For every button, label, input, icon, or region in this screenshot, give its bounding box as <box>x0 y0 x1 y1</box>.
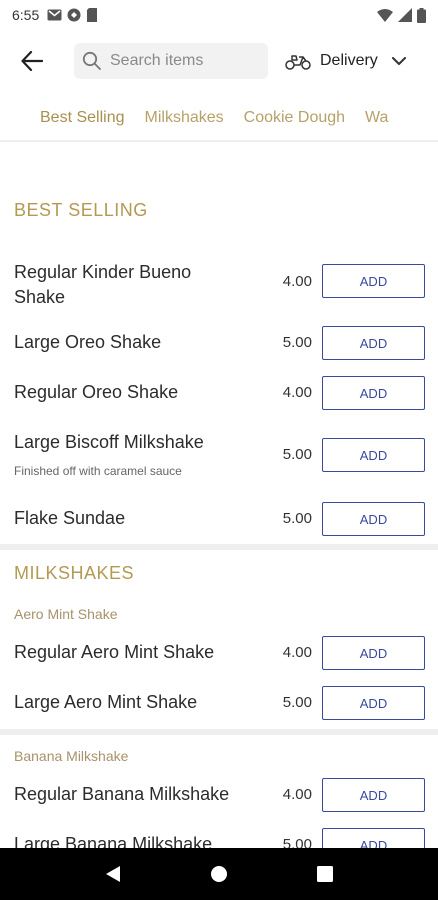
app-circle-icon <box>67 8 81 22</box>
item-name: Large Banana Milkshake <box>14 834 213 848</box>
wifi-icon <box>377 8 393 22</box>
item-price: 4.00 <box>282 786 312 803</box>
nav-back-button[interactable] <box>93 854 133 894</box>
item-name: Regular Aero Mint Shake <box>14 642 215 662</box>
item-price: 5.00 <box>282 836 312 848</box>
add-button[interactable]: ADD <box>322 686 425 720</box>
search-icon <box>82 51 101 70</box>
delivery-selector[interactable]: Delivery <box>284 51 406 71</box>
category-tabs: Best Selling Milkshakes Cookie Dough Wa <box>0 96 438 142</box>
item-price: 5.00 <box>282 694 312 711</box>
section-divider <box>0 544 438 550</box>
add-button[interactable]: ADD <box>322 828 425 848</box>
tab-cookie-dough[interactable]: Cookie Dough <box>238 96 351 140</box>
arrow-left-icon <box>21 51 43 71</box>
status-time: 6:55 <box>12 7 40 23</box>
add-button[interactable]: ADD <box>322 502 425 536</box>
status-bar: 6:55 <box>0 0 438 30</box>
square-recents-icon <box>317 866 333 882</box>
system-nav-bar <box>0 848 438 900</box>
battery-icon <box>417 7 426 23</box>
section-title-milkshakes: MILKSHAKES <box>14 563 135 583</box>
item-price: 4.00 <box>282 273 312 290</box>
item-price: 5.00 <box>282 510 312 527</box>
triangle-back-icon <box>106 866 120 882</box>
item-name: Regular Kinder Bueno Shake <box>14 262 192 307</box>
tab-best-selling[interactable]: Best Selling <box>34 96 131 140</box>
item-name: Large Biscoff Milkshake <box>14 432 204 452</box>
back-button[interactable] <box>4 38 60 84</box>
chevron-down-icon <box>391 56 406 65</box>
nav-recents-button[interactable] <box>305 854 345 894</box>
item-price: 4.00 <box>282 644 312 661</box>
scooter-icon <box>285 55 311 70</box>
item-name: Large Aero Mint Shake <box>14 692 198 712</box>
gmail-icon <box>47 9 62 21</box>
nav-home-button[interactable] <box>199 854 239 894</box>
item-name: Flake Sundae <box>14 508 126 528</box>
add-button[interactable]: ADD <box>322 376 425 410</box>
tab-waffles[interactable]: Wa <box>359 96 394 140</box>
add-button[interactable]: ADD <box>322 438 425 472</box>
circle-home-icon <box>211 866 227 882</box>
section-title-best-selling: BEST SELLING <box>14 200 148 220</box>
tab-milkshakes[interactable]: Milkshakes <box>139 96 230 140</box>
item-description: Finished off with caramel sauce <box>14 464 182 478</box>
add-button[interactable]: ADD <box>322 326 425 360</box>
menu-list[interactable]: BEST SELLING Regular Kinder Bueno Shake … <box>0 144 438 848</box>
delivery-label: Delivery <box>320 52 378 69</box>
signal-icon <box>398 8 412 22</box>
add-button[interactable]: ADD <box>322 636 425 670</box>
top-bar: Delivery <box>0 38 438 84</box>
add-button[interactable]: ADD <box>322 778 425 812</box>
add-button[interactable]: ADD <box>322 264 425 298</box>
group-divider <box>0 729 438 735</box>
item-price: 5.00 <box>282 334 312 351</box>
item-name: Large Oreo Shake <box>14 332 162 352</box>
group-title: Aero Mint Shake <box>14 606 118 622</box>
item-name: Regular Banana Milkshake <box>14 784 230 804</box>
item-name: Regular Oreo Shake <box>14 382 179 402</box>
group-title: Banana Milkshake <box>14 748 129 764</box>
sim-card-icon <box>87 8 98 22</box>
search-box[interactable] <box>74 43 268 79</box>
item-price: 4.00 <box>282 384 312 401</box>
search-input[interactable] <box>110 52 260 70</box>
item-price: 5.00 <box>282 446 312 463</box>
